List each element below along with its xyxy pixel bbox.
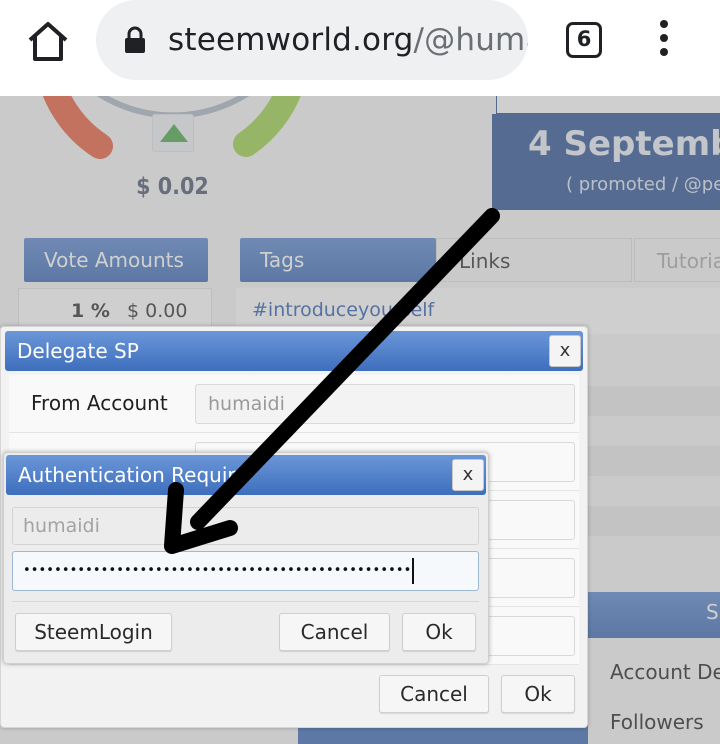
delegate-ok-button[interactable]: Ok — [501, 675, 575, 713]
from-account-label: From Account — [31, 391, 168, 415]
more-vert-icon[interactable] — [652, 20, 676, 60]
delegate-cancel-button[interactable]: Cancel — [379, 675, 489, 713]
home-icon[interactable] — [26, 20, 70, 64]
url-path: /@huma — [413, 22, 528, 58]
from-account-field[interactable]: humaidi — [195, 384, 575, 424]
auth-close-button[interactable]: x — [452, 459, 484, 491]
steemlogin-button[interactable]: SteemLogin — [15, 613, 172, 651]
auth-dialog-title: Authentication Require — [18, 463, 248, 487]
address-bar[interactable]: steemworld.org/@huma — [96, 0, 528, 80]
authentication-dialog: Authentication Require x humaidi •••••••… — [3, 452, 489, 664]
password-mask: ••••••••••••••••••••••••••••••••••••••••… — [23, 563, 412, 578]
delegate-close-button[interactable]: x — [549, 335, 581, 367]
from-account-row: From Account humaidi — [9, 375, 579, 433]
auth-cancel-button[interactable]: Cancel — [279, 613, 390, 651]
auth-ok-button[interactable]: Ok — [402, 613, 476, 651]
browser-toolbar: steemworld.org/@huma 6 — [0, 0, 720, 96]
screen: $ 0.02 4 Septembe ( promoted / @pe Vote … — [0, 0, 720, 744]
lock-icon — [125, 26, 145, 53]
auth-dialog-header: Authentication Require x — [6, 455, 486, 495]
delegate-dialog-title: Delegate SP — [17, 339, 139, 363]
text-caret — [412, 557, 415, 584]
auth-username-field[interactable]: humaidi — [12, 507, 479, 545]
divider — [12, 601, 479, 602]
delegate-dialog-header: Delegate SP x — [5, 331, 583, 371]
tab-switcher-button[interactable]: 6 — [566, 22, 602, 58]
url-host: steemworld.org — [168, 22, 414, 58]
url-text: steemworld.org/@huma — [168, 22, 528, 58]
auth-password-field[interactable]: ••••••••••••••••••••••••••••••••••••••••… — [12, 551, 479, 591]
